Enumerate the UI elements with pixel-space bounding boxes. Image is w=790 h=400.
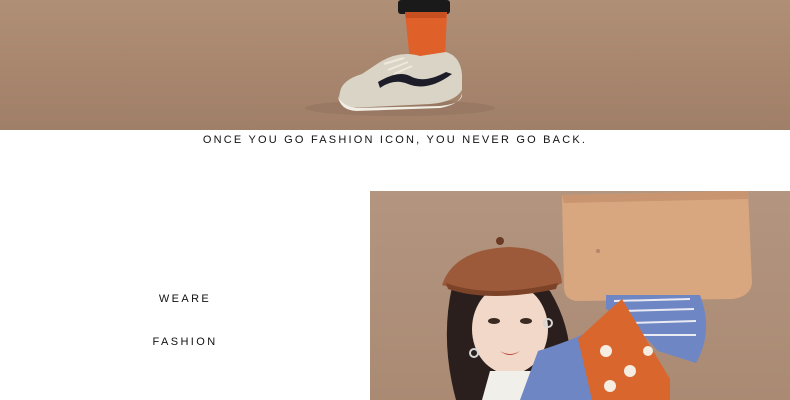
- model-photo: [370, 191, 790, 400]
- page: ONCE YOU GO FASHION ICON, YOU NEVER GO B…: [0, 0, 790, 400]
- model-illustration: [442, 191, 752, 400]
- side-label-weare: WEARE: [158, 293, 212, 305]
- hero-photo: [0, 0, 790, 130]
- side-label-fashion: FASHION: [152, 336, 218, 348]
- tagline-text: ONCE YOU GO FASHION ICON, YOU NEVER GO B…: [202, 134, 588, 146]
- hero-illustration: [305, 0, 495, 116]
